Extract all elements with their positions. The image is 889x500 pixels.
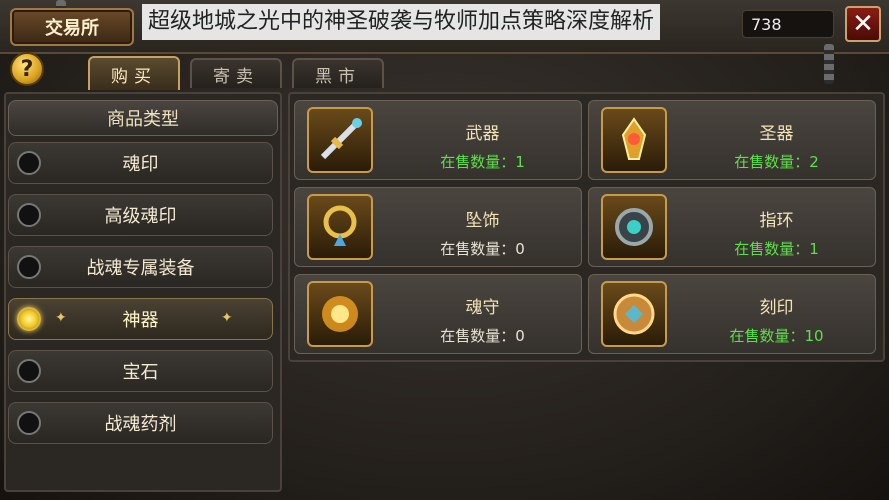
- tab-black-market[interactable]: 黑市: [292, 58, 384, 88]
- currency-display: 738: [742, 10, 834, 38]
- item-card-relic[interactable]: 圣器 在售数量：2: [588, 100, 876, 180]
- sword-icon: [307, 107, 373, 173]
- category-label: 高级魂印: [104, 206, 177, 227]
- item-name: 武器: [465, 124, 500, 144]
- category-item-gem[interactable]: 宝石: [8, 350, 273, 392]
- category-item-war-soul-gear[interactable]: 战魂专属装备: [8, 246, 273, 288]
- radio-button-selected[interactable]: [17, 307, 41, 331]
- item-card-weapon[interactable]: 武器 在售数量：1: [294, 100, 582, 180]
- category-item-war-soul-potion[interactable]: 战魂药剂: [8, 402, 273, 444]
- engraving-icon: [601, 281, 667, 347]
- category-item-advanced-soul-seal[interactable]: 高级魂印: [8, 194, 273, 236]
- question-mark-icon: ?: [20, 56, 34, 82]
- item-count: 在售数量：1: [440, 153, 525, 171]
- radio-button[interactable]: [17, 411, 41, 435]
- soul-guard-icon: [307, 281, 373, 347]
- item-card-engraving[interactable]: 刻印 在售数量：10: [588, 274, 876, 354]
- chain-decoration: [824, 44, 834, 84]
- item-name: 指环: [759, 211, 794, 231]
- category-label: 神器: [122, 310, 159, 331]
- radio-button[interactable]: [17, 203, 41, 227]
- item-card-pendant[interactable]: 坠饰 在售数量：0: [294, 187, 582, 267]
- radio-button[interactable]: [17, 359, 41, 383]
- item-card-ring[interactable]: 指环 在售数量：1: [588, 187, 876, 267]
- item-name: 坠饰: [465, 211, 500, 231]
- window-title: 交易所: [10, 8, 134, 46]
- tab-buy[interactable]: 购买: [88, 56, 180, 90]
- category-header: 商品类型: [8, 100, 278, 136]
- item-count: 在售数量：0: [440, 327, 525, 345]
- item-name: 刻印: [759, 298, 794, 318]
- overlay-caption: 超级地城之光中的神圣破袭与牧师加点策略深度解析: [142, 4, 661, 40]
- item-count: 在售数量：1: [734, 240, 819, 258]
- item-name: 圣器: [759, 124, 794, 144]
- category-item-artifact[interactable]: ✦ 神器 ✦: [8, 298, 273, 340]
- item-card-soul-guard[interactable]: 魂守 在售数量：0: [294, 274, 582, 354]
- category-label: 战魂专属装备: [86, 258, 195, 279]
- radio-button[interactable]: [17, 151, 41, 175]
- item-count: 在售数量：0: [440, 240, 525, 258]
- category-label: 宝石: [122, 362, 159, 383]
- close-icon: ✕: [852, 9, 874, 39]
- help-button[interactable]: ?: [10, 52, 44, 86]
- item-name: 魂守: [465, 298, 500, 318]
- category-label: 战魂药剂: [104, 414, 177, 435]
- sparkle-icon: ✦: [221, 310, 233, 326]
- relic-icon: [601, 107, 667, 173]
- game-window: 交易所 超级地城之光中的神圣破袭与牧师加点策略深度解析 738 ✕ ? 购买 寄…: [0, 0, 889, 500]
- radio-button[interactable]: [17, 255, 41, 279]
- sparkle-icon: ✦: [55, 310, 67, 326]
- pendant-icon: [307, 194, 373, 260]
- item-count: 在售数量：2: [734, 153, 819, 171]
- close-button[interactable]: ✕: [845, 6, 881, 42]
- category-item-soul-seal[interactable]: 魂印: [8, 142, 273, 184]
- category-label: 魂印: [122, 154, 159, 175]
- item-count: 在售数量：10: [729, 327, 824, 345]
- ring-icon: [601, 194, 667, 260]
- tab-consign[interactable]: 寄卖: [190, 58, 282, 88]
